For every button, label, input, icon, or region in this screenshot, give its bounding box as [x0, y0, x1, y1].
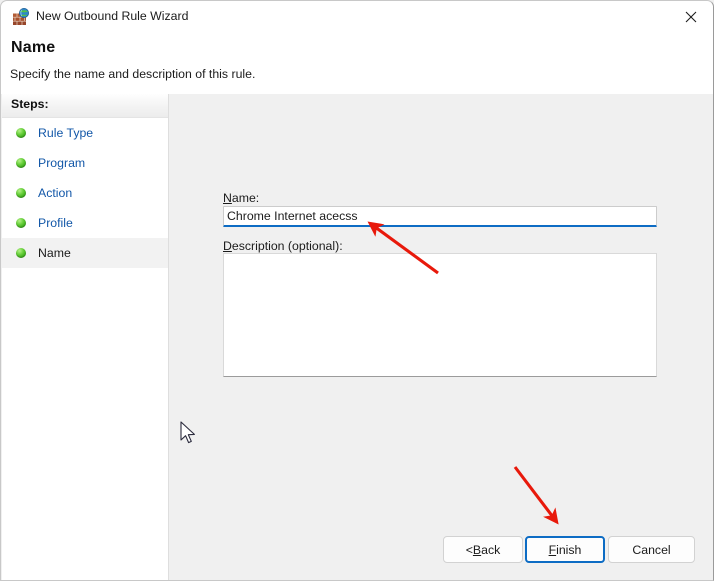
- green-bullet-icon: [16, 218, 26, 228]
- page-header: Name Specify the name and description of…: [1, 32, 713, 94]
- green-bullet-icon: [16, 128, 26, 138]
- new-outbound-rule-wizard-window: New Outbound Rule Wizard Name Specify th…: [0, 0, 714, 581]
- sidebar-item-label: Program: [38, 156, 86, 170]
- sidebar-item-profile[interactable]: Profile: [2, 208, 168, 238]
- back-button-rest: ack: [481, 542, 501, 557]
- sidebar-item-label: Name: [38, 246, 71, 260]
- name-input[interactable]: [223, 206, 657, 227]
- description-label-rest: escription (optional):: [231, 239, 343, 253]
- green-bullet-icon: [16, 188, 26, 198]
- finish-button[interactable]: Finish: [525, 536, 605, 563]
- cancel-button-label: Cancel: [632, 542, 671, 557]
- cancel-button[interactable]: Cancel: [608, 536, 695, 563]
- name-label-accel: N: [223, 191, 232, 205]
- green-bullet-icon: [16, 158, 26, 168]
- sidebar-item-label: Action: [38, 186, 73, 200]
- finish-button-rest: inish: [556, 542, 582, 557]
- page-title: Name: [11, 39, 56, 56]
- screenshot-root: New Outbound Rule Wizard Name Specify th…: [0, 0, 714, 581]
- description-field-label: Description (optional):: [223, 239, 343, 253]
- sidebar-item-label: Profile: [38, 216, 73, 230]
- steps-header: Steps:: [2, 94, 168, 118]
- window-title: New Outbound Rule Wizard: [36, 9, 189, 23]
- sidebar-item-program[interactable]: Program: [2, 148, 168, 178]
- page-subtitle: Specify the name and description of this…: [10, 67, 256, 81]
- firewall-wall-globe-icon: [12, 8, 30, 26]
- sidebar-item-name[interactable]: Name: [2, 238, 168, 268]
- sidebar-item-rule-type[interactable]: Rule Type: [2, 118, 168, 148]
- title-bar: New Outbound Rule Wizard: [1, 1, 713, 32]
- description-label-accel: D: [223, 239, 232, 253]
- description-input[interactable]: [223, 253, 657, 377]
- finish-button-accel: F: [548, 542, 557, 557]
- sidebar-item-action[interactable]: Action: [2, 178, 168, 208]
- green-bullet-icon: [16, 248, 26, 258]
- content-pane: Name: Description (optional):: [169, 94, 713, 580]
- steps-sidebar: Steps: Rule Type Program Action Profile …: [2, 94, 169, 580]
- close-icon[interactable]: [668, 1, 713, 32]
- back-button[interactable]: < Back: [443, 536, 523, 563]
- steps-header-label: Steps:: [11, 97, 49, 111]
- back-button-accel: B: [472, 542, 482, 557]
- name-field-label: Name:: [223, 191, 259, 205]
- back-button-prefix: <: [465, 542, 473, 557]
- name-label-rest: ame:: [231, 191, 260, 205]
- sidebar-item-label: Rule Type: [38, 126, 94, 140]
